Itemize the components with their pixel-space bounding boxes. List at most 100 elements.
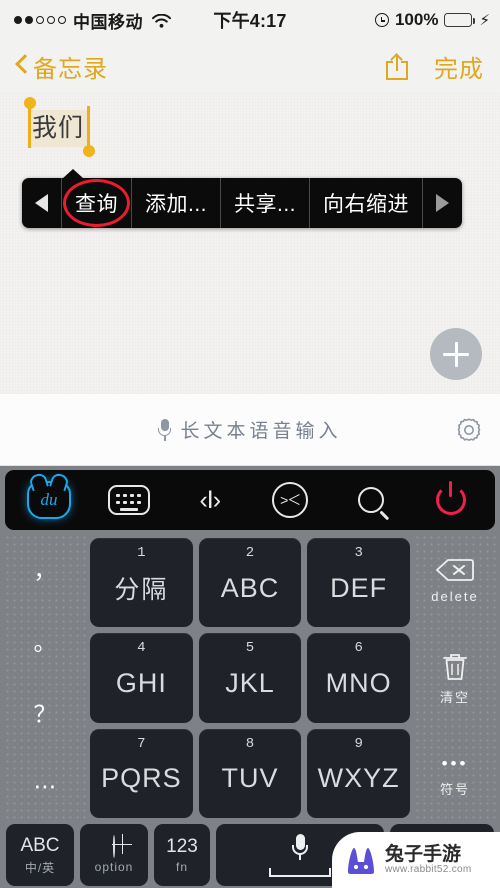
key-7[interactable]: 7 PQRS <box>90 728 193 818</box>
triangle-left-icon <box>35 194 48 212</box>
context-menu-item-label: 向右缩进 <box>323 193 410 216</box>
numeric-key-label: 123 <box>166 836 198 857</box>
key-number: 2 <box>245 545 255 561</box>
more-symbols-key[interactable]: ⋯ <box>33 772 57 799</box>
key-label: DEF <box>330 572 388 603</box>
keyboard-key-grid: ， 。 ？ ⋯ 1 分隔 2 ABC 3 DEF 4 GHI 5 JKL 6 M… <box>0 534 500 822</box>
note-content-area[interactable]: 我们 查询 添加... 共享... 向右缩进 <box>0 92 500 394</box>
key-label: WXYZ <box>317 763 400 794</box>
clear-key-label: 清空 <box>439 690 470 705</box>
delete-key[interactable]: delete <box>431 558 478 604</box>
key-6[interactable]: 6 MNO <box>307 633 410 723</box>
back-button-label: 备忘录 <box>33 55 108 83</box>
done-button[interactable]: 完成 <box>434 49 484 84</box>
microphone-icon <box>158 418 172 441</box>
navigation-bar-right: 完成 <box>386 49 484 84</box>
context-menu-item-share[interactable]: 共享... <box>220 178 309 228</box>
comma-symbol: ， <box>33 556 57 583</box>
key-1[interactable]: 1 分隔 <box>90 538 193 628</box>
delete-key-label: delete <box>431 589 479 604</box>
key-label: MNO <box>325 667 392 698</box>
key-3[interactable]: 3 DEF <box>307 538 410 628</box>
abc-toggle-key[interactable]: ABC 中/英 <box>6 824 74 886</box>
key-label: JKL <box>225 667 275 698</box>
comma-key[interactable]: ， <box>33 556 57 583</box>
context-menu-next-button[interactable] <box>422 178 462 228</box>
globe-option-key[interactable]: option <box>80 824 148 886</box>
period-key[interactable]: 。 <box>33 628 57 655</box>
key-9[interactable]: 9 WXYZ <box>307 728 410 818</box>
ellipsis-icon: ••• <box>441 754 469 773</box>
context-menu-prev-button[interactable] <box>22 178 61 228</box>
keyboard: du ‹I› >＜ ， 。 ？ ⋯ 1 分隔 2 ABC 3 DEF 4 GHI… <box>0 466 500 888</box>
context-menu-item-indent-right[interactable]: 向右缩进 <box>309 178 422 228</box>
key-4[interactable]: 4 GHI <box>90 633 193 723</box>
search-icon[interactable] <box>345 478 397 522</box>
watermark-text: 兔子手游 www.rabbit52.com <box>385 843 472 875</box>
key-number: 7 <box>137 735 146 752</box>
abc-key-sublabel: 中/英 <box>24 860 56 875</box>
microphone-icon <box>292 833 308 861</box>
key-number: 6 <box>354 640 363 657</box>
selection-handle-start[interactable] <box>23 97 36 148</box>
context-menu-item-label: 查询 <box>75 193 118 216</box>
symbols-key-label: 符号 <box>439 782 470 797</box>
context-menu-item-add[interactable]: 添加... <box>131 178 220 228</box>
status-bar-right: 100% ⚡ <box>374 10 490 30</box>
keyboard-punctuation-column: ， 。 ？ ⋯ <box>4 534 86 822</box>
keyboard-icon[interactable] <box>103 478 155 522</box>
key-5[interactable]: 5 JKL <box>198 633 302 723</box>
voice-input-toolbar: 长文本语音输入 <box>0 394 500 466</box>
selection-handle-end[interactable] <box>82 106 95 157</box>
clear-key[interactable]: 清空 <box>440 652 470 706</box>
gear-icon[interactable] <box>456 417 482 443</box>
cursor-move-glyph: ‹I› <box>199 485 221 514</box>
status-bar: 中国移动 下午4:17 100% ⚡ <box>0 0 500 40</box>
emoji-face-glyph: >＜ <box>272 482 309 518</box>
fn-key-sublabel: fn <box>175 860 188 874</box>
key-label: GHI <box>115 667 167 698</box>
key-number: 9 <box>354 735 363 752</box>
option-key-sublabel: option <box>94 860 134 874</box>
spacebar-underline-icon <box>269 867 331 877</box>
numeric-fn-key[interactable]: 123 fn <box>154 824 210 886</box>
numeric-keypad: 1 分隔 2 ABC 3 DEF 4 GHI 5 JKL 6 MNO 7 PQR… <box>88 534 412 822</box>
share-icon[interactable] <box>386 52 408 80</box>
key-label: PQRS <box>101 763 182 794</box>
triangle-right-icon <box>436 194 450 212</box>
context-menu-item-lookup[interactable]: 查询 <box>61 178 131 228</box>
back-button[interactable]: 备忘录 <box>0 49 108 84</box>
period-symbol: 。 <box>33 628 57 655</box>
key-number: 5 <box>245 640 255 657</box>
text-selection-context-menu: 查询 添加... 共享... 向右缩进 <box>22 169 463 228</box>
charging-bolt-icon: ⚡ <box>479 12 490 29</box>
keyboard-toolbar: du ‹I› >＜ <box>5 470 495 530</box>
battery-icon <box>444 13 476 27</box>
add-attachment-button[interactable] <box>430 328 482 380</box>
long-text-voice-input-button[interactable]: 长文本语音输入 <box>158 416 341 443</box>
key-number: 1 <box>137 545 146 561</box>
question-key[interactable]: ？ <box>34 702 57 726</box>
baidu-logo-icon[interactable]: du <box>23 478 75 522</box>
context-menu-item-label: 添加... <box>145 193 208 216</box>
symbols-key[interactable]: ••• 符号 <box>440 754 470 798</box>
rabbit-logo-icon <box>344 844 378 876</box>
battery-percent: 100% <box>394 10 439 29</box>
power-icon[interactable] <box>425 478 477 522</box>
selected-text[interactable]: 我们 <box>28 110 89 147</box>
context-menu-item-label: 共享... <box>234 193 297 216</box>
key-2[interactable]: 2 ABC <box>198 538 302 628</box>
navigation-bar: 备忘录 完成 <box>0 40 500 92</box>
alarm-clock-icon <box>374 13 389 27</box>
emoji-icon[interactable]: >＜ <box>264 478 316 522</box>
ellipsis-symbol: ⋯ <box>33 772 57 799</box>
selected-text-wrapper[interactable]: 我们 <box>23 97 95 157</box>
globe-icon <box>113 835 115 858</box>
voice-input-label: 长文本语音输入 <box>180 421 342 442</box>
abc-key-label: ABC <box>20 834 60 856</box>
key-label: TUV <box>221 763 279 794</box>
key-8[interactable]: 8 TUV <box>198 728 302 818</box>
chevron-left-icon <box>14 55 27 77</box>
cursor-move-icon[interactable]: ‹I› <box>184 478 236 522</box>
watermark-title: 兔子手游 <box>385 843 462 865</box>
